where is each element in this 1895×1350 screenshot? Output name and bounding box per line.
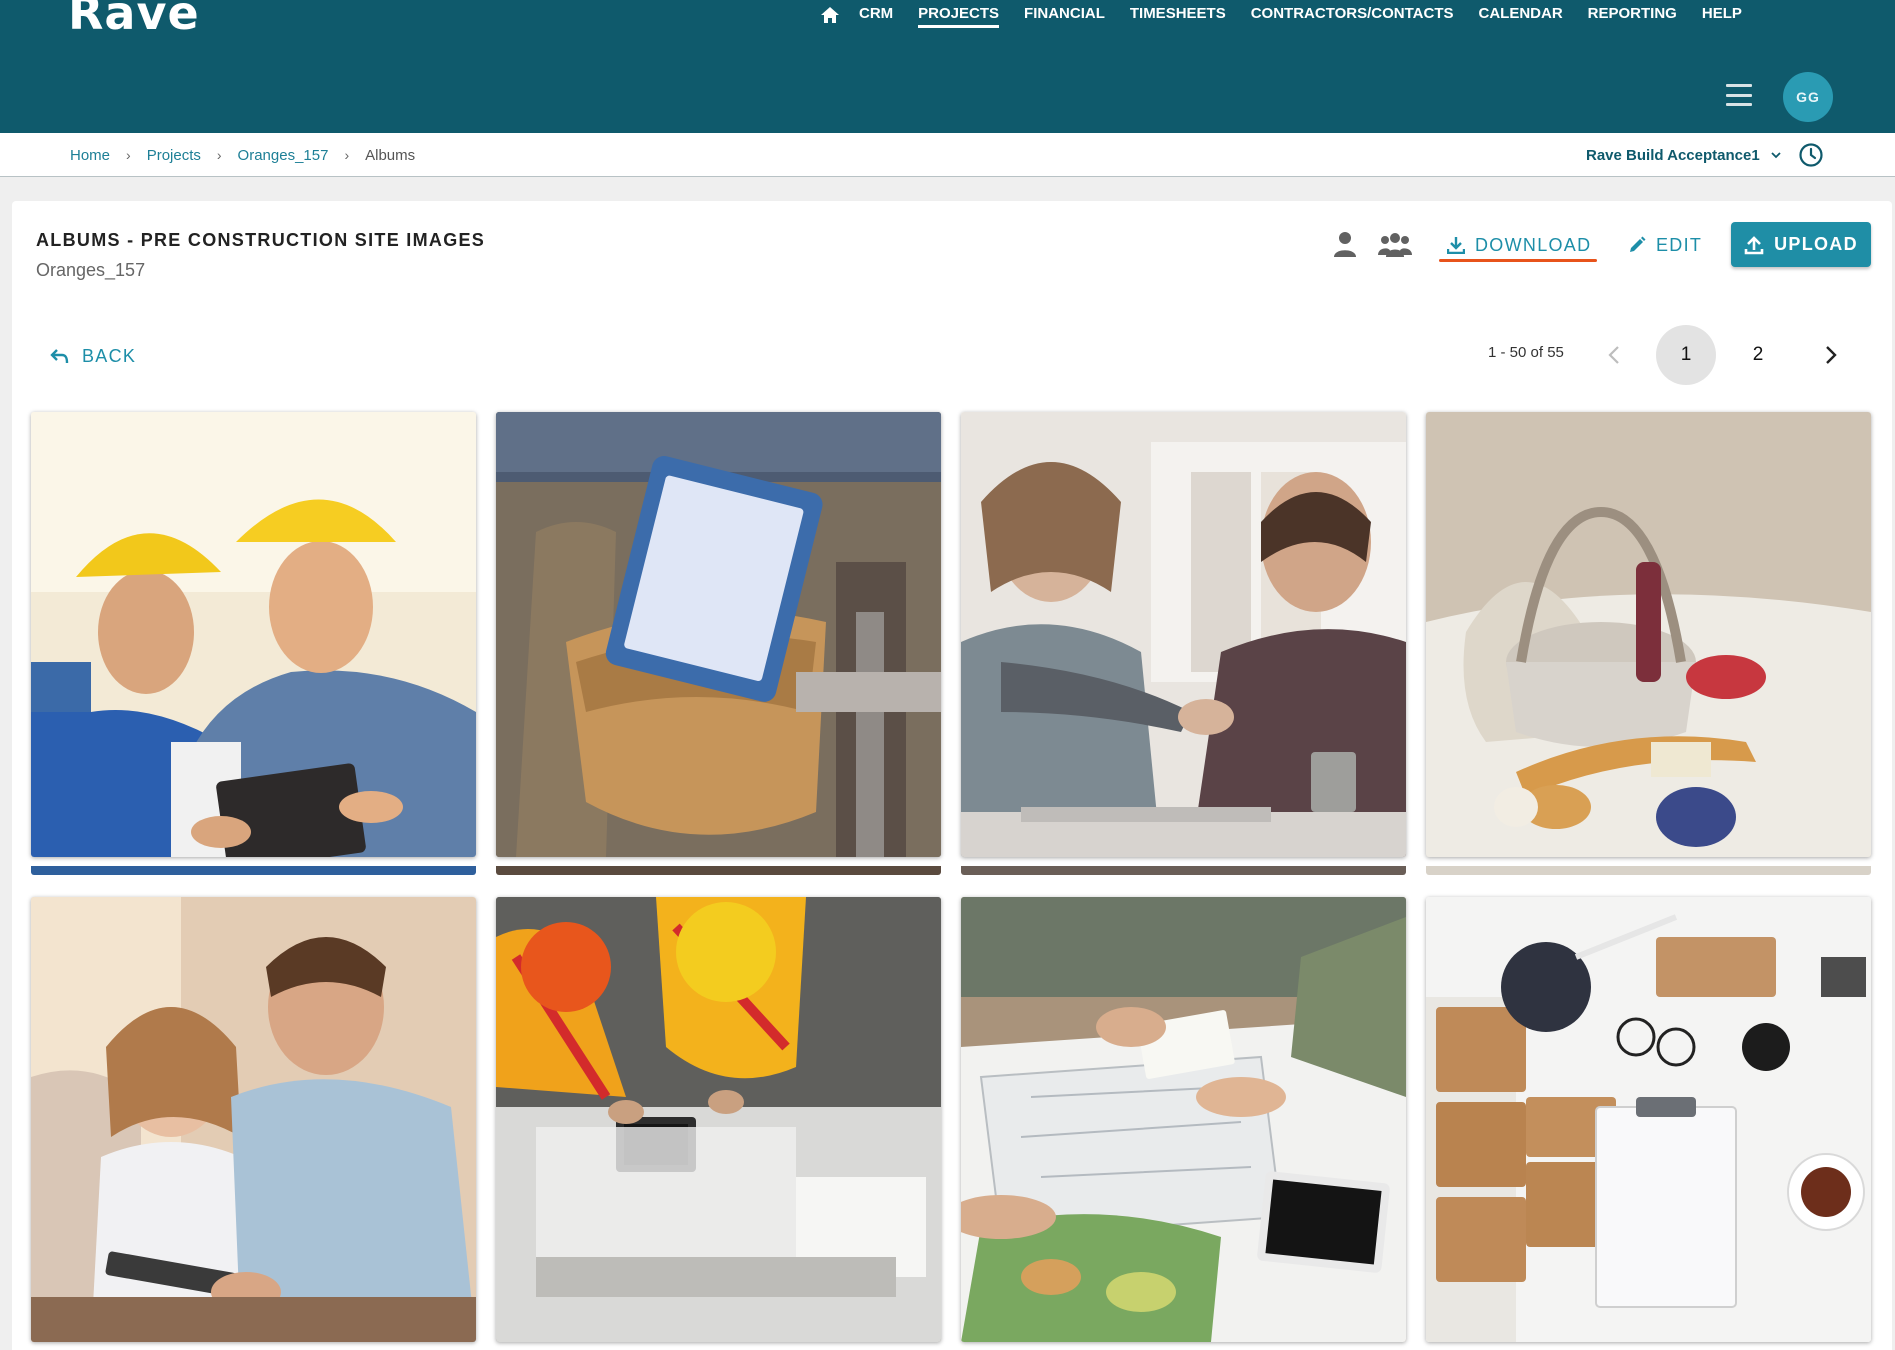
nav-help[interactable]: HELP xyxy=(1702,5,1742,26)
photo-thumbnail[interactable] xyxy=(1426,897,1871,1342)
breadcrumb-projects[interactable]: Projects xyxy=(147,147,201,164)
nav-contractors-contacts[interactable]: CONTRACTORS/CONTACTS xyxy=(1251,5,1454,26)
chevron-left-icon xyxy=(1608,346,1619,364)
company-name: Rave Build Acceptance1 xyxy=(1586,146,1760,164)
photo-peek xyxy=(961,866,1406,875)
download-focus-underline xyxy=(1439,259,1597,262)
photo-thumbnail[interactable] xyxy=(496,412,941,857)
edit-label: EDIT xyxy=(1656,234,1703,255)
breadcrumb-bar: Home › Projects › Oranges_157 › Albums R… xyxy=(0,133,1895,177)
photo-thumbnail[interactable] xyxy=(31,412,476,857)
menu-icon[interactable] xyxy=(1726,84,1752,106)
photo-father-daughter-tablet xyxy=(31,897,476,1342)
photo-tool-belt-tablet xyxy=(496,412,941,857)
nav-calendar[interactable]: CALENDAR xyxy=(1479,5,1563,26)
photo-thumbnail[interactable] xyxy=(31,897,476,1342)
home-icon[interactable] xyxy=(815,3,845,27)
app-logo[interactable]: Rave xyxy=(68,0,200,40)
pencil-icon xyxy=(1630,236,1646,252)
breadcrumb-separator: › xyxy=(126,147,131,163)
chevron-down-icon xyxy=(1771,152,1781,159)
photo-thumbnail[interactable] xyxy=(496,897,941,1342)
user-avatar[interactable]: GG xyxy=(1783,72,1833,122)
photo-desk-flat-lay xyxy=(1426,897,1871,1342)
prev-page-button[interactable] xyxy=(1601,340,1627,370)
pagination-range: 1 - 50 of 55 xyxy=(1488,344,1564,361)
photo-thumbnail[interactable] xyxy=(961,412,1406,857)
edit-button[interactable]: EDIT xyxy=(1628,228,1702,262)
download-icon xyxy=(1447,237,1465,254)
breadcrumb-home[interactable]: Home xyxy=(70,147,110,164)
back-arrow-icon xyxy=(50,349,69,364)
nav-reporting[interactable]: REPORTING xyxy=(1588,5,1677,26)
page-title: ALBUMS - PRE CONSTRUCTION SITE IMAGES xyxy=(36,230,486,250)
photo-peek xyxy=(1426,866,1871,875)
upload-button[interactable]: UPLOAD xyxy=(1731,222,1871,267)
photo-picnic-basket xyxy=(1426,412,1871,857)
photo-thumbnail[interactable] xyxy=(1426,412,1871,857)
upload-icon xyxy=(1744,235,1764,254)
photo-team-blueprints xyxy=(961,897,1406,1342)
breadcrumb-separator: › xyxy=(344,147,350,163)
back-button[interactable]: BACK xyxy=(50,342,136,370)
breadcrumb-separator: › xyxy=(216,147,222,163)
upload-label: UPLOAD xyxy=(1774,234,1858,254)
nav-financial[interactable]: FINANCIAL xyxy=(1024,5,1105,26)
group-icon[interactable] xyxy=(1377,228,1413,260)
photo-business-handshake xyxy=(961,412,1406,857)
nav-timesheets[interactable]: TIMESHEETS xyxy=(1130,5,1226,26)
photo-thumbnail[interactable] xyxy=(961,897,1406,1342)
top-navigation-bar: Rave CRM PROJECTS FINANCIAL TIMESHEETS C… xyxy=(0,0,1895,133)
history-clock-icon[interactable] xyxy=(1797,141,1825,169)
photo-peek xyxy=(31,866,476,875)
nav-projects[interactable]: PROJECTS xyxy=(918,5,999,28)
person-icon[interactable] xyxy=(1327,228,1363,260)
back-label: BACK xyxy=(82,345,137,366)
project-name: Oranges_157 xyxy=(36,260,146,280)
chevron-right-icon xyxy=(1826,346,1837,364)
download-label: DOWNLOAD xyxy=(1475,234,1592,255)
page-1-button[interactable]: 1 xyxy=(1656,325,1716,385)
breadcrumb-current: Albums xyxy=(365,146,416,164)
photo-workers-safety-vests xyxy=(496,897,941,1342)
photo-workers-hard-hats xyxy=(31,412,476,857)
main-nav: CRM PROJECTS FINANCIAL TIMESHEETS CONTRA… xyxy=(815,0,1767,30)
company-selector[interactable]: Rave Build Acceptance1 xyxy=(1586,133,1782,177)
next-page-button[interactable] xyxy=(1818,340,1844,370)
breadcrumb: Home › Projects › Oranges_157 › Albums xyxy=(70,133,415,177)
photo-peek xyxy=(496,866,941,875)
breadcrumb-project[interactable]: Oranges_157 xyxy=(238,147,329,164)
page-2-button[interactable]: 2 xyxy=(1728,325,1788,385)
nav-crm[interactable]: CRM xyxy=(859,5,893,26)
download-button[interactable]: DOWNLOAD xyxy=(1447,228,1591,262)
